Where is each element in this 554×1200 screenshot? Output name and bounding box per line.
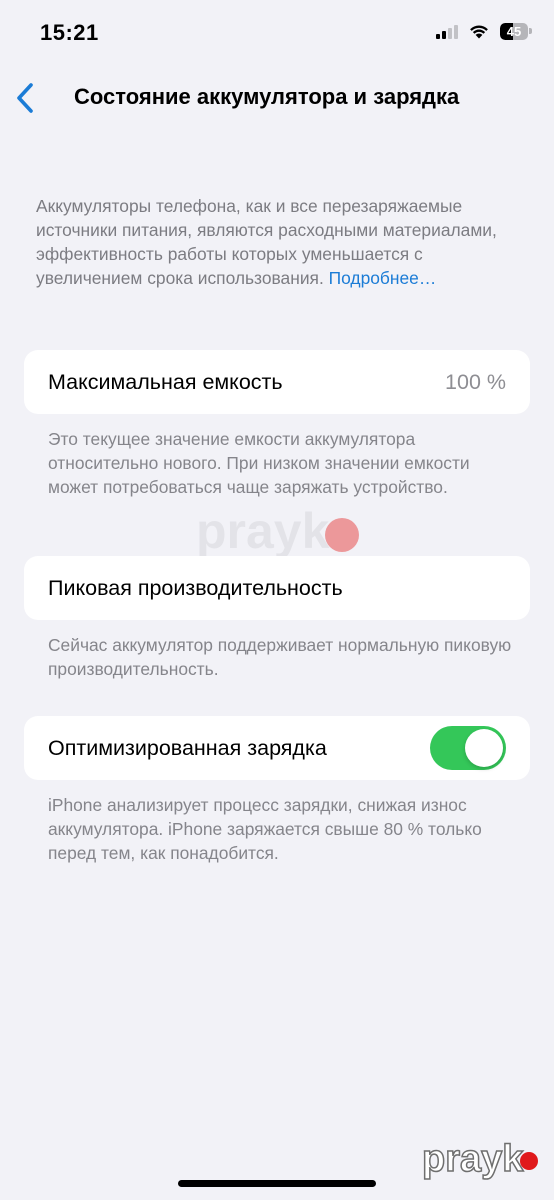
max-capacity-row: Максимальная емкость 100 % <box>24 350 530 414</box>
peak-performance-footnote: Сейчас аккумулятор поддерживает нормальн… <box>48 635 512 679</box>
battery-icon: 45 <box>500 22 532 40</box>
learn-more-link[interactable]: Подробнее… <box>329 268 437 288</box>
status-icons: 45 <box>436 22 532 40</box>
chevron-left-icon <box>17 83 33 113</box>
status-time: 15:21 <box>40 20 99 45</box>
max-capacity-footnote: Это текущее значение емкости аккумулятор… <box>48 429 470 497</box>
watermark-corner-text: prayk <box>421 1137 524 1181</box>
status-bar: 15:21 45 <box>0 0 554 64</box>
toggle-knob <box>465 729 503 767</box>
navigation-bar: Состояние аккумулятора и зарядка <box>0 78 554 118</box>
cellular-signal-icon <box>436 23 458 39</box>
page-title: Состояние аккумулятора и зарядка <box>74 84 460 109</box>
optimized-charging-footnote: iPhone анализирует процесс зарядки, сниж… <box>48 795 482 863</box>
peak-performance-label: Пиковая производительность <box>48 576 343 600</box>
home-indicator[interactable] <box>178 1180 376 1187</box>
watermark-text: prayk <box>196 503 330 559</box>
max-capacity-label: Максимальная емкость <box>48 370 283 394</box>
battery-level: 45 <box>506 23 522 39</box>
watermark-corner-logo: prayk <box>421 1137 539 1181</box>
peak-performance-row: Пиковая производительность <box>24 556 530 620</box>
intro-description: Аккумуляторы телефона, как и все перезар… <box>36 194 526 290</box>
optimized-charging-row: Оптимизированная зарядка <box>24 716 530 780</box>
wifi-icon <box>470 25 488 39</box>
optimized-charging-toggle[interactable] <box>430 726 506 770</box>
optimized-charging-label: Оптимизированная зарядка <box>48 736 327 760</box>
watermark-logo: prayk <box>196 502 360 560</box>
max-capacity-value: 100 % <box>445 370 506 394</box>
back-button[interactable] <box>12 80 42 116</box>
